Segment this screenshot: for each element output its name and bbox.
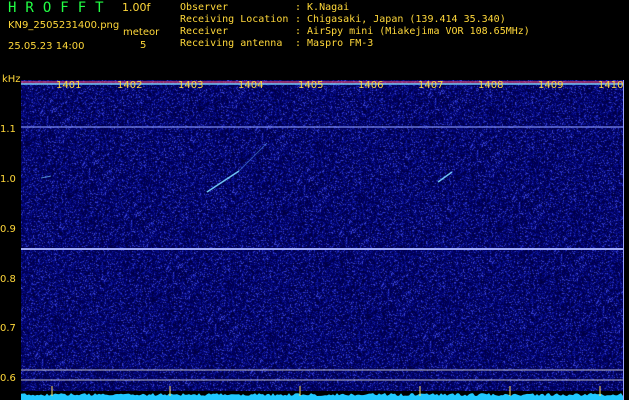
x-tick-label: 1408 — [478, 80, 504, 91]
x-tick-label: 1409 — [538, 80, 564, 91]
plot-frame — [21, 80, 624, 400]
x-tick-label: 1407 — [418, 80, 444, 91]
x-tick-label: 1406 — [358, 80, 384, 91]
x-tick-label: 1402 — [117, 80, 143, 91]
x-tick-label: 1403 — [178, 80, 204, 91]
x-tick-label: 1405 — [298, 80, 324, 91]
x-tick-label: 1404 — [238, 80, 264, 91]
x-tick-label: 1410 — [598, 80, 624, 91]
x-tick-label: 1401 — [56, 80, 82, 91]
